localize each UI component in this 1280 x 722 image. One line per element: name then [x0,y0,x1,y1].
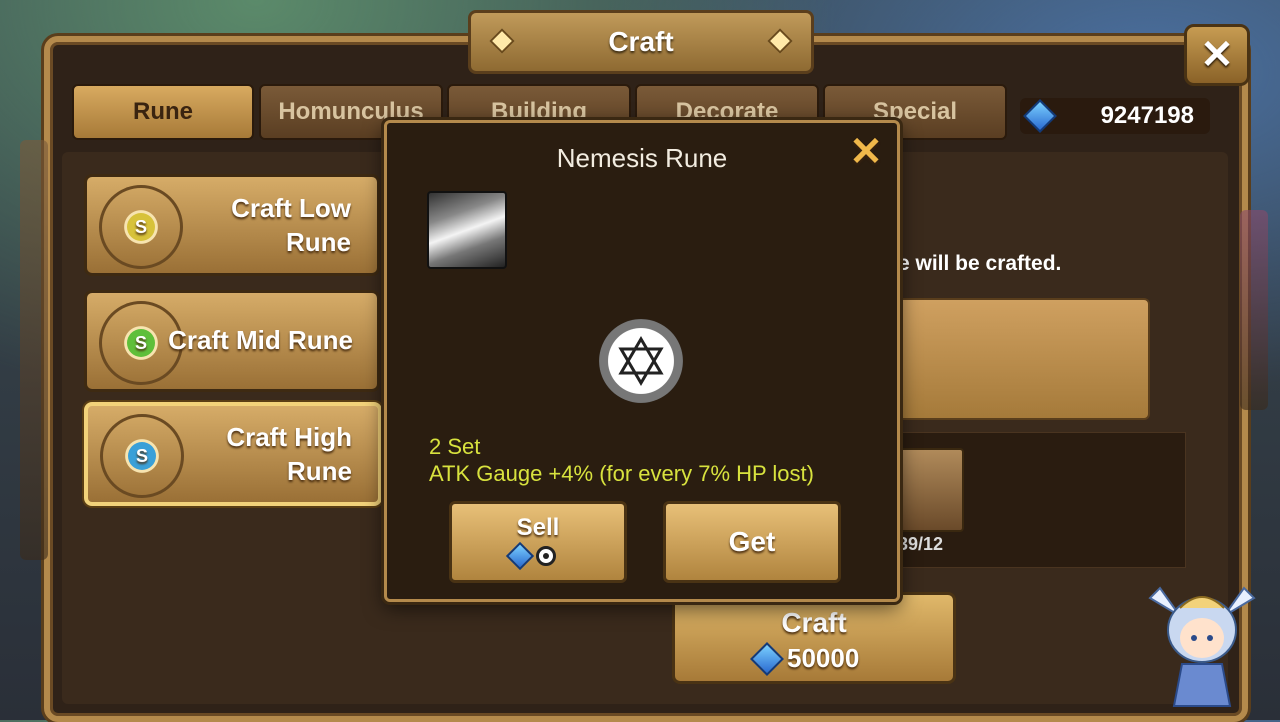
nemesis-set-icon [599,319,683,403]
material-item-icon[interactable] [896,448,964,532]
rune-set-effect: 2 Set ATK Gauge +4% (for every 7% HP los… [429,433,814,487]
tab-label: Rune [133,98,193,125]
craft-description-fragment: e will be crafted. [898,252,1062,275]
tab-rune[interactable]: Rune [72,84,254,140]
crystal-balance: 9247198 [1020,98,1210,134]
craft-low-rune-button[interactable]: S Craft Low Rune [84,174,380,276]
crystal-icon [1023,99,1057,133]
window-title-plate: Craft [468,10,814,74]
close-popup-button[interactable]: ✕ [849,130,883,174]
label-line: Craft High [226,422,352,452]
left-edge-decoration [20,140,48,560]
diamond-ornament-icon [489,28,515,54]
label-line: Rune [286,227,351,257]
rune-result-slot [896,298,1150,420]
set-count: 2 Set [429,434,481,459]
rune-thumbnail[interactable] [427,191,507,269]
side-button-label: Craft Low Rune [231,191,351,259]
window-title: Craft [608,26,674,57]
side-button-label: Craft Mid Rune [168,323,353,357]
material-count: 39/12 [898,534,944,554]
hexagram-icon [618,336,664,386]
side-button-label: Craft High Rune [226,420,352,488]
sell-label: Sell [516,514,560,541]
valkyrie-mascot[interactable] [1140,568,1264,710]
right-edge-decoration [1240,210,1268,410]
diamond-ornament-icon [767,28,793,54]
popup-title: Nemesis Rune [556,143,728,173]
close-window-button[interactable]: ✕ [1184,24,1250,86]
sell-price-icons [505,541,556,571]
craft-cost: 50000 [787,643,860,673]
label-line: Rune [287,456,352,486]
label-line: Craft Low [231,193,351,223]
craft-button[interactable]: Craft 50000 [672,592,956,684]
crystal-icon [750,642,784,676]
crystal-icon [505,541,535,571]
rune-emblem-icon: S [100,414,184,498]
craft-button-label: Craft [781,607,847,638]
set-effect-text: ATK Gauge +4% (for every 7% HP lost) [429,461,814,486]
sell-button[interactable]: Sell [449,501,627,583]
craft-high-rune-button[interactable]: S Craft High Rune [84,402,382,506]
craft-mid-rune-button[interactable]: S Craft Mid Rune [84,290,380,392]
get-button[interactable]: Get [663,501,841,583]
rune-result-popup: Nemesis Rune ✕ 2 Set ATK Gauge +4% (for … [384,120,900,602]
rune-emblem-icon: S [99,185,183,269]
crystal-amount: 9247198 [1100,102,1194,129]
mana-coin-icon [536,546,556,566]
label-line: Craft Mid Rune [168,325,353,355]
